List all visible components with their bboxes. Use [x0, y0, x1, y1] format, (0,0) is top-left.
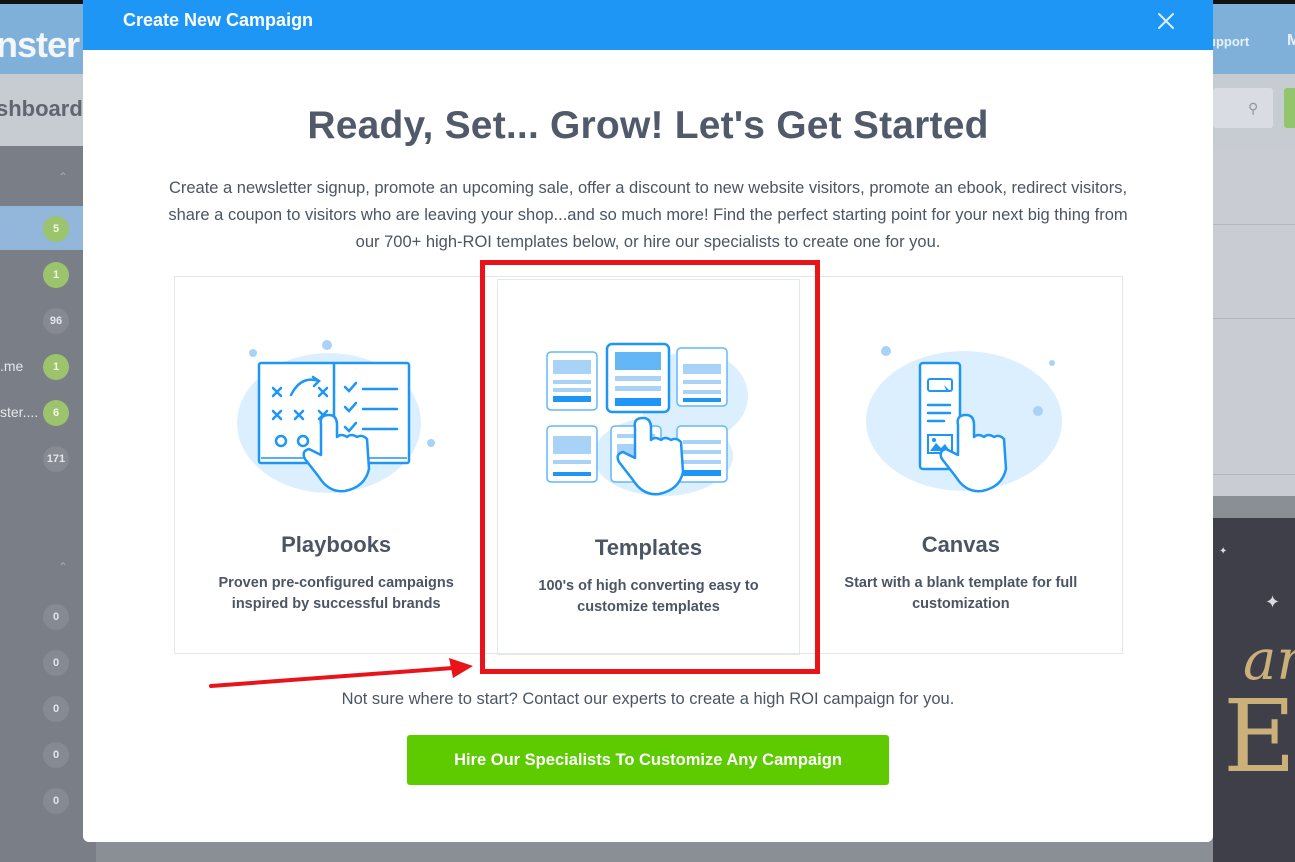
sidebar-item-label: .me [0, 358, 24, 374]
sidebar-count-badge: 5 [43, 216, 69, 242]
search-icon: ⚲ [1248, 100, 1259, 116]
account-menu: M [1287, 32, 1295, 49]
close-icon [1158, 13, 1174, 29]
playbooks-description: Proven pre-configured campaigns inspired… [218, 575, 454, 612]
search-box [1213, 88, 1273, 128]
canvas-description: Start with a blank template for full cus… [844, 575, 1078, 612]
page-title: shboard [0, 96, 83, 121]
sidebar-count-badge: 6 [43, 400, 69, 426]
template-preview-image: ar E ✦ ✦ [1213, 518, 1295, 862]
create-campaign-modal: Create New Campaign Ready, Set... Grow! … [83, 0, 1213, 842]
sidebar-count-badge: 0 [43, 604, 69, 630]
right-panel [1213, 146, 1295, 496]
chevron-up-icon: ⌃ [58, 560, 69, 574]
sidebar-count-badge: 1 [43, 354, 69, 380]
support-link: upport [1208, 34, 1250, 49]
sidebar-count-badge: 171 [43, 446, 69, 472]
footer-note: Not sure where to start? Contact our exp… [341, 690, 955, 708]
modal-title: Create New Campaign [123, 10, 314, 30]
canvas-card[interactable]: Canvas Start with a blank template for f… [800, 277, 1122, 653]
divider [1213, 474, 1295, 475]
sidebar-item-label: ster.... [0, 404, 39, 420]
hire-specialists-button[interactable]: Hire Our Specialists To Customize Any Ca… [407, 735, 889, 785]
templates-card[interactable]: Templates 100's of high converting easy … [497, 279, 800, 655]
sidebar-count-badge: 0 [43, 788, 69, 814]
chevron-up-icon: ⌃ [58, 170, 69, 184]
templates-grid-hand-icon [546, 342, 749, 496]
canvas-title: Canvas [921, 532, 1000, 557]
modal-intro: Create a newsletter signup, promote an u… [168, 179, 1128, 251]
sidebar-count-badge: 0 [43, 742, 69, 768]
templates-title: Templates [594, 535, 703, 560]
playbook-hand-icon [237, 340, 436, 493]
playbooks-title: Playbooks [281, 532, 392, 557]
canvas-phone-hand-icon [865, 346, 1062, 493]
sidebar-count-badge: 0 [43, 696, 69, 722]
sidebar-count-badge: 0 [43, 650, 69, 676]
campaign-type-options: Playbooks Proven pre-configured campaign… [174, 276, 1123, 655]
sidebar-count-badge: 1 [43, 262, 69, 288]
sidebar-count-badge: 96 [43, 308, 69, 334]
playbooks-card[interactable]: Playbooks Proven pre-configured campaign… [175, 277, 497, 653]
divider [1213, 318, 1295, 319]
close-button[interactable] [1151, 6, 1181, 36]
divider [1213, 224, 1295, 225]
templates-description: 100's of high converting easy to customi… [538, 578, 759, 615]
modal-header: Create New Campaign [83, 0, 1213, 50]
modal-headline: Ready, Set... Grow! Let's Get Started [307, 104, 989, 147]
app-logo: nster [0, 24, 80, 65]
new-campaign-button [1284, 88, 1295, 128]
